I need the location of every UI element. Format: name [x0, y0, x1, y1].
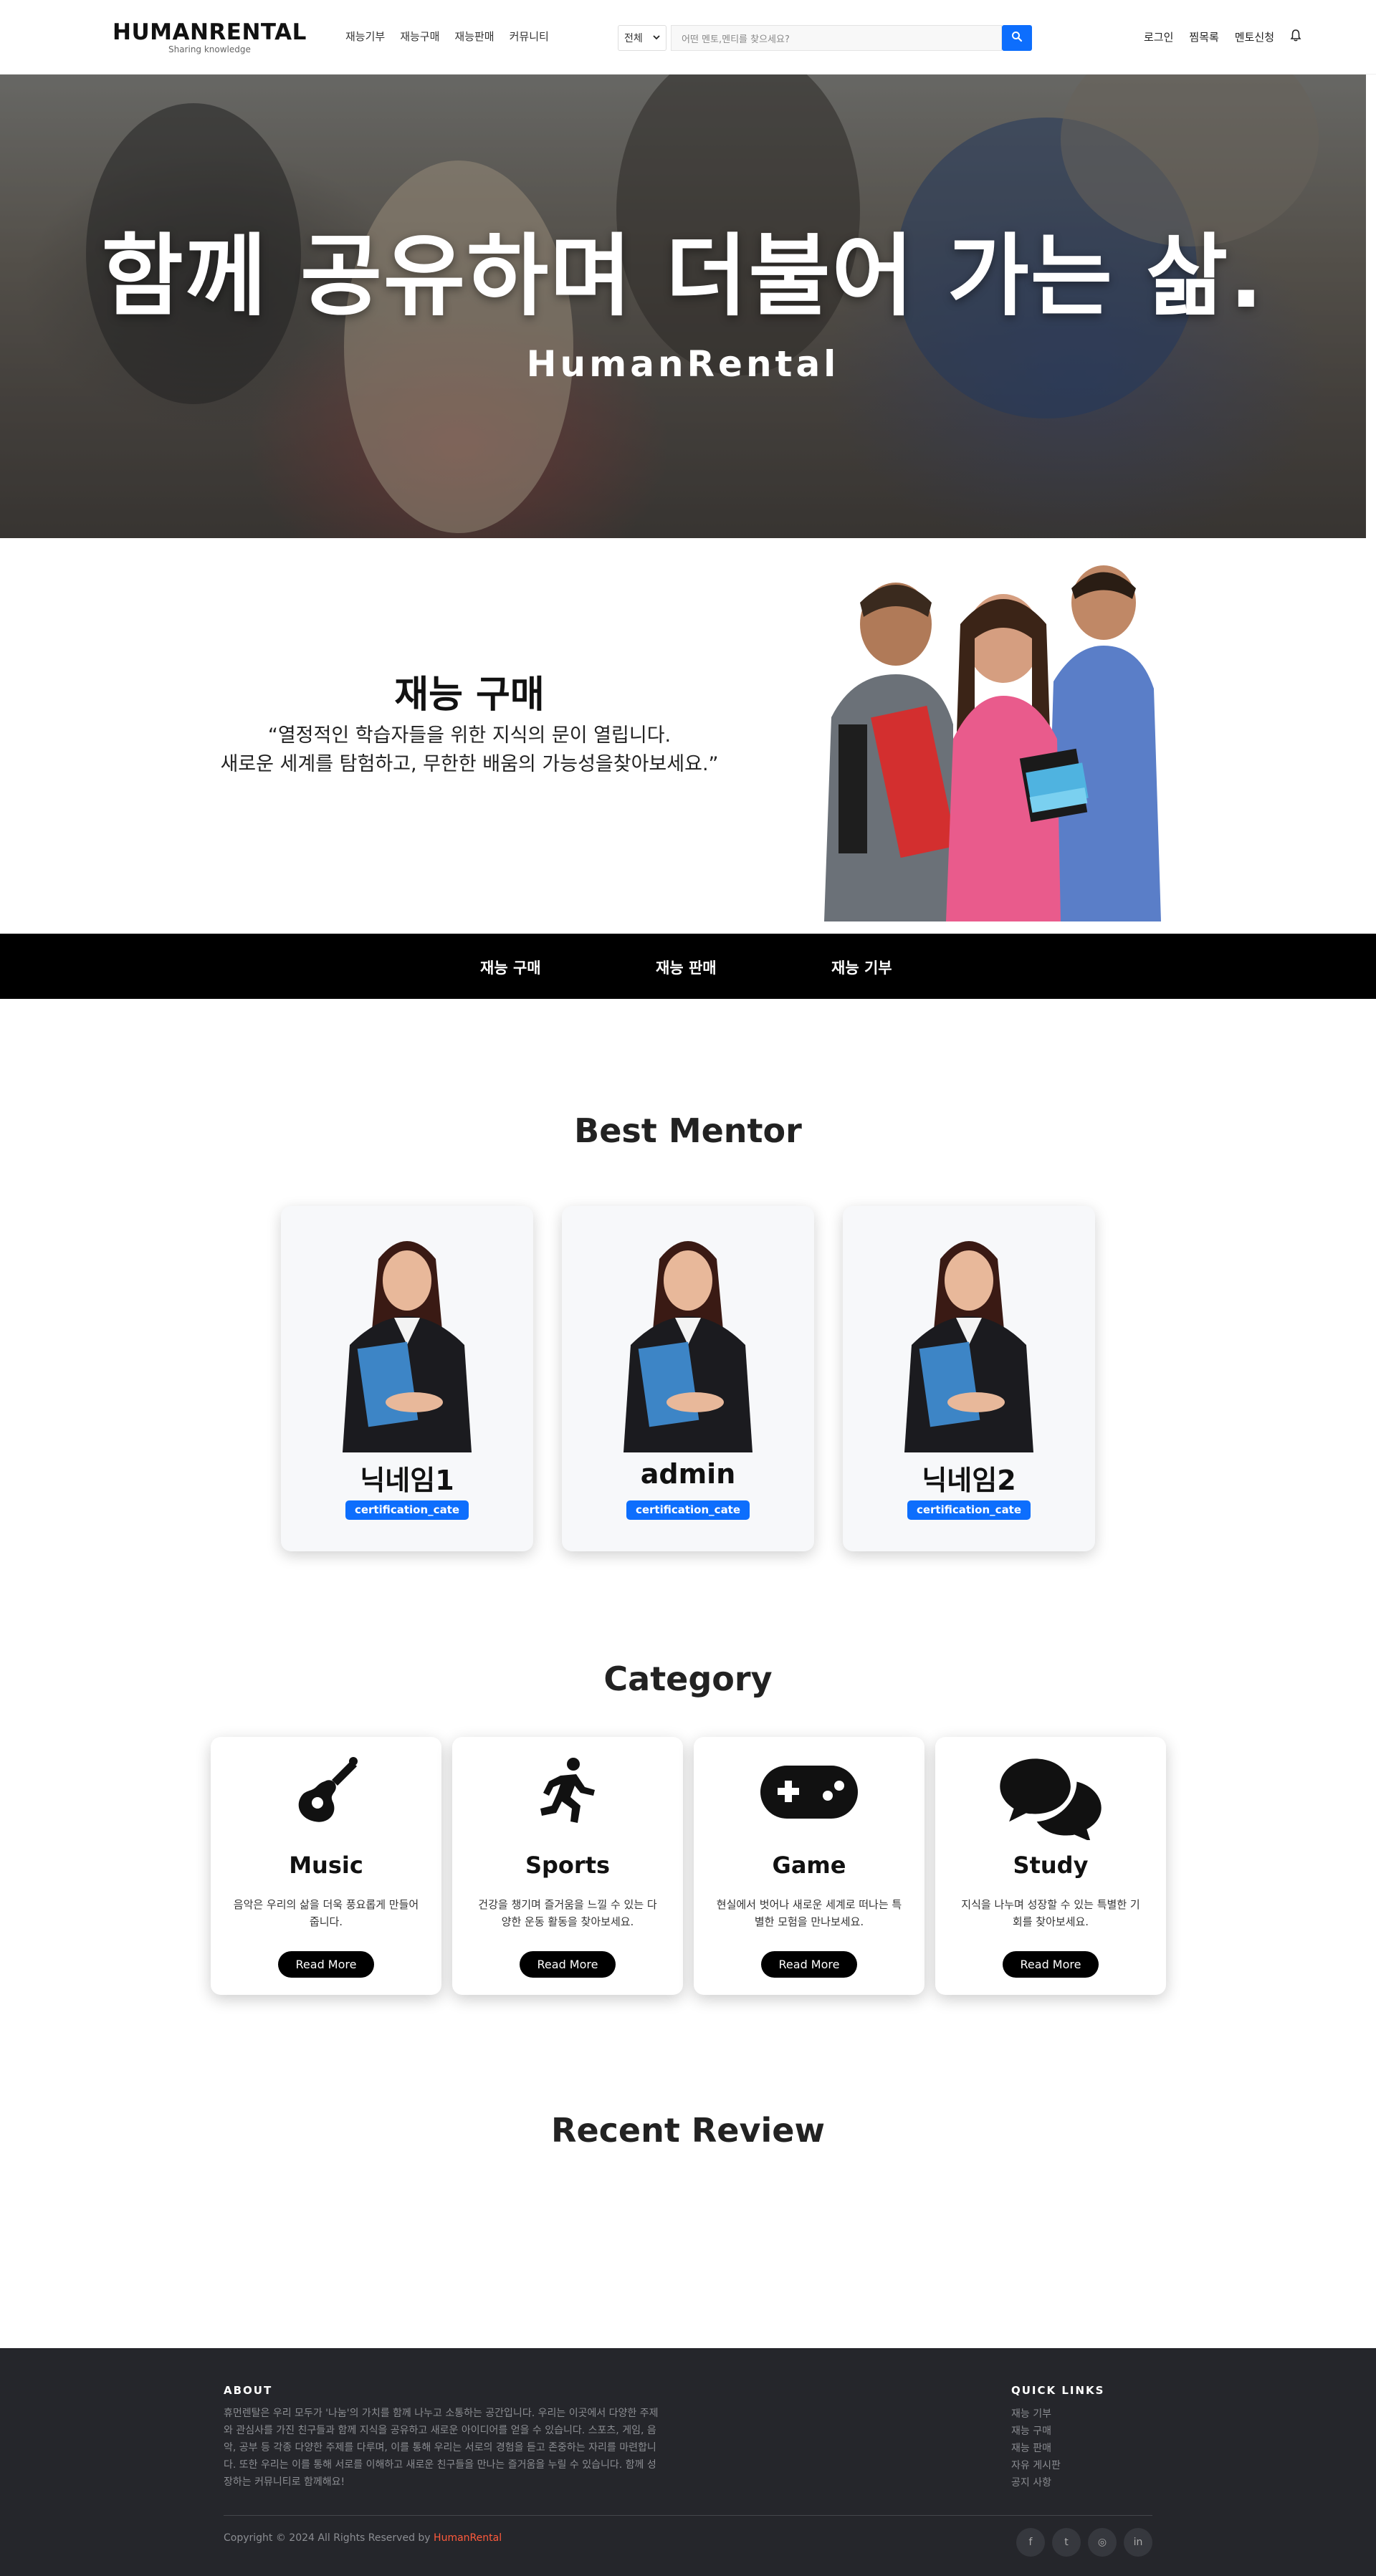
footer-link-buy[interactable]: 재능 구매: [1011, 2423, 1061, 2440]
chevron-down-icon: [653, 32, 660, 44]
twitter-icon[interactable]: t: [1052, 2528, 1081, 2557]
read-more-button[interactable]: Read More: [1003, 1951, 1099, 1978]
nav-buy[interactable]: 재능구매: [400, 29, 439, 44]
category-title: Category: [603, 1660, 773, 1698]
tab-buy[interactable]: 재능 구매: [480, 957, 541, 978]
tab-donate[interactable]: 재능 기부: [831, 957, 892, 978]
category-card-title: Study: [1013, 1852, 1089, 1879]
comments-icon: [1000, 1758, 1102, 1840]
students-image: [824, 565, 1161, 921]
talent-tab-bar: 재능 구매 재능 판매 재능 기부: [0, 934, 1376, 999]
running-icon: [540, 1758, 595, 1823]
mentor-badge: certification_cate: [345, 1500, 469, 1520]
footer-link-notice[interactable]: 공지 사항: [1011, 2474, 1061, 2491]
brand-tagline: Sharing knowledge: [168, 44, 251, 54]
purchase-title: 재능 구매: [394, 674, 545, 717]
purchase-quote-line: “열정적인 학습자들을 위한 지식의 문이 열립니다.: [267, 724, 672, 747]
wishlist-link[interactable]: 찜목록: [1189, 29, 1218, 44]
footer-quick-links: 재능 기부 재능 구매 재능 판매 자유 게시판 공지 사항: [1011, 2405, 1061, 2491]
search-select-value: 전체: [624, 33, 643, 44]
footer-link-donate[interactable]: 재능 기부: [1011, 2405, 1061, 2423]
nav-donate[interactable]: 재능기부: [345, 29, 385, 44]
purchase-quote-line: 새로운 세계를 탐험하고, 무한한 배움의 가능성을찾아보세요.”: [220, 753, 719, 775]
copyright-text: Copyright © 2024 All Rights Reserved by: [224, 2532, 434, 2544]
mentor-name: 닉네임1: [360, 1465, 454, 1496]
read-more-button[interactable]: Read More: [761, 1951, 857, 1978]
mentor-badge: certification_cate: [626, 1500, 750, 1520]
category-card-sports: Sports 건강을 챙기며 즐거움을 느낄 수 있는 다양한 운동 활동을 찾…: [452, 1737, 683, 1995]
footer-link-sell[interactable]: 재능 판매: [1011, 2440, 1061, 2457]
footer-link-free-board[interactable]: 자유 게시판: [1011, 2457, 1061, 2474]
mentor-avatar: [904, 1241, 1033, 1452]
nav-sell[interactable]: 재능판매: [454, 29, 494, 44]
mentor-avatar: [624, 1241, 752, 1452]
search-category-select[interactable]: 전체: [618, 25, 666, 51]
search-button[interactable]: [1002, 25, 1032, 51]
best-mentor-title: Best Mentor: [574, 1111, 802, 1150]
footer-about-text: 휴먼렌탈은 우리 모두가 '나눔'의 가치를 함께 나누고 소통하는 공간입니다…: [224, 2408, 659, 2488]
category-card-desc: 음악은 우리의 삶을 더욱 풍요롭게 만들어줍니다.: [233, 1898, 419, 1928]
mentor-card[interactable]: 닉네임1 certification_cate: [281, 1206, 533, 1551]
footer-copyright: Copyright © 2024 All Rights Reserved by …: [224, 2532, 502, 2544]
site-header: HUMANRENTAL Sharing knowledge 재능기부 재능구매 …: [0, 0, 1376, 75]
category-card-title: Sports: [525, 1852, 611, 1879]
gamepad-icon: [760, 1766, 858, 1819]
footer-about-heading: ABOUT: [224, 2384, 273, 2397]
read-more-button[interactable]: Read More: [278, 1951, 374, 1978]
site-logo[interactable]: HUMANRENTAL Sharing knowledge: [113, 20, 307, 54]
dribbble-icon[interactable]: ◎: [1088, 2528, 1117, 2557]
hero-banner: 함께 공유하며 더불어 가는 삶. HumanRental: [0, 75, 1366, 538]
category-card-music: Music 음악은 우리의 삶을 더욱 풍요롭게 만들어줍니다. Read Mo…: [211, 1737, 441, 1995]
footer-divider: [224, 2515, 1152, 2516]
mentor-apply-link[interactable]: 멘토신청: [1235, 29, 1274, 44]
mentor-card[interactable]: 닉네임2 certification_cate: [843, 1206, 1095, 1551]
search-bar: 전체 어떤 멘토,멘티를 찾으세요?: [618, 24, 1032, 52]
search-icon: [1011, 31, 1023, 45]
nav-community[interactable]: 커뮤니티: [510, 29, 549, 44]
category-card-desc: 지식을 나누며 성장할 수 있는 특별한 기회를 찾아보세요.: [961, 1898, 1140, 1928]
brand-name: HUMANRENTAL: [113, 19, 307, 45]
category-card-title: Game: [772, 1852, 846, 1879]
mentor-card[interactable]: admin certification_cate: [562, 1206, 814, 1551]
linkedin-icon[interactable]: in: [1124, 2528, 1152, 2557]
purchase-quote: “열정적인 학습자들을 위한 지식의 문이 열립니다. 새로운 세계를 탐험하고…: [186, 722, 752, 779]
site-footer: ABOUT 휴먼렌탈은 우리 모두가 '나눔'의 가치를 함께 나누고 소통하는…: [0, 2348, 1376, 2576]
hero-title: 함께 공유하며 더불어 가는 삶.: [101, 225, 1265, 328]
purchase-intro: 재능 구매 “열정적인 학습자들을 위한 지식의 문이 열립니다. 새로운 세계…: [0, 538, 1376, 934]
login-link[interactable]: 로그인: [1144, 29, 1173, 44]
mentor-name: admin: [640, 1458, 736, 1490]
category-card-study: Study 지식을 나누며 성장할 수 있는 특별한 기회를 찾아보세요. Re…: [935, 1737, 1166, 1995]
hero-subtitle: HumanRental: [526, 343, 840, 385]
main-nav: 재능기부 재능구매 재능판매 커뮤니티: [345, 29, 549, 44]
search-input[interactable]: 어떤 멘토,멘티를 찾으세요?: [671, 25, 1002, 51]
header-right-links: 로그인 찜목록 멘토신청: [1144, 29, 1301, 44]
guitar-icon: [298, 1757, 358, 1822]
mentor-name: 닉네임2: [922, 1465, 1016, 1496]
tab-sell[interactable]: 재능 판매: [656, 957, 717, 978]
bell-icon[interactable]: [1290, 29, 1301, 44]
recent-review-title: Recent Review: [551, 2111, 825, 2150]
category-card-desc: 현실에서 벗어나 새로운 세계로 떠나는 특별한 모험을 만나보세요.: [716, 1898, 902, 1928]
read-more-button[interactable]: Read More: [520, 1951, 616, 1978]
category-card-game: Game 현실에서 벗어나 새로운 세계로 떠나는 특별한 모험을 만나보세요.…: [694, 1737, 924, 1995]
category-card-desc: 건강을 챙기며 즐거움을 느낄 수 있는 다양한 운동 활동을 찾아보세요.: [478, 1898, 657, 1928]
category-card-title: Music: [289, 1852, 363, 1879]
mentor-badge: certification_cate: [907, 1500, 1031, 1520]
facebook-icon[interactable]: f: [1016, 2528, 1045, 2557]
copyright-brand-link[interactable]: HumanRental: [434, 2532, 502, 2544]
footer-quick-links-heading: QUICK LINKS: [1011, 2384, 1105, 2397]
mentor-avatar: [343, 1241, 472, 1452]
